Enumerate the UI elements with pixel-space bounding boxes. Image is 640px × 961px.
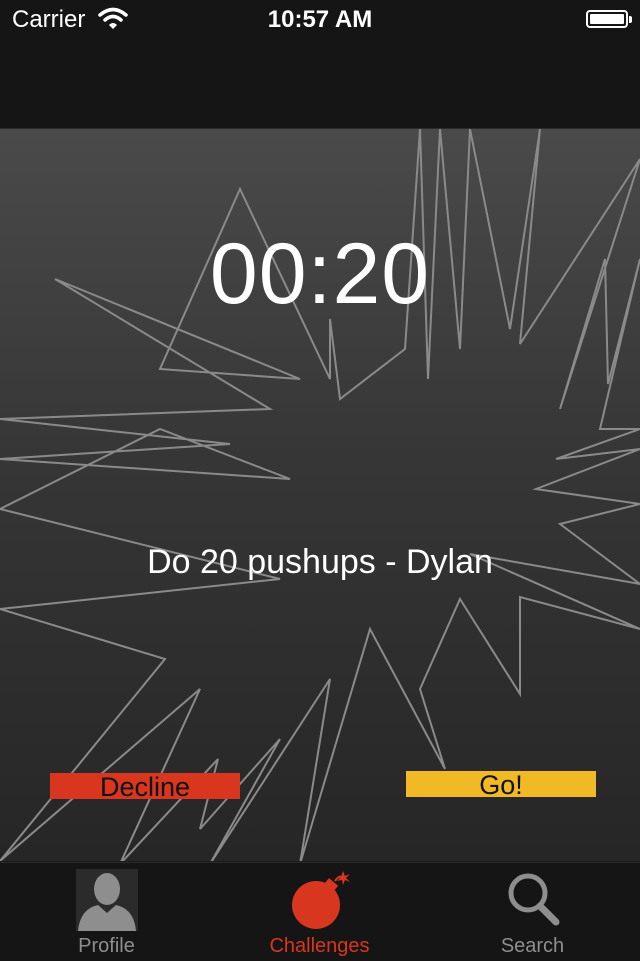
magnifier-icon [508,873,559,926]
decline-button[interactable]: Decline [50,773,240,801]
countdown-timer: 00:20 [209,226,431,322]
tab-bar: Profile Challenges Search [0,862,640,961]
challenge-description: Do 20 pushups - Dylan [147,543,493,581]
status-time: 10:57 AM [267,6,373,33]
person-silhouette-icon [75,869,138,931]
tab-profile-label: Profile [78,935,135,957]
bomb-icon [291,871,350,929]
tab-challenges-label: Challenges [269,935,370,957]
navigation-bar [0,40,640,129]
tab-profile[interactable]: Profile [0,863,213,961]
battery-icon [586,10,632,28]
tab-challenges[interactable]: Challenges [213,863,426,961]
tab-search-label: Search [500,935,565,957]
status-bar: Carrier 10:57 AM [0,0,640,40]
challenge-screen: 00:20 Do 20 pushups - Dylan Decline Go! [0,129,640,861]
go-button[interactable]: Go! [406,771,596,799]
tab-search[interactable]: Search [426,863,639,961]
